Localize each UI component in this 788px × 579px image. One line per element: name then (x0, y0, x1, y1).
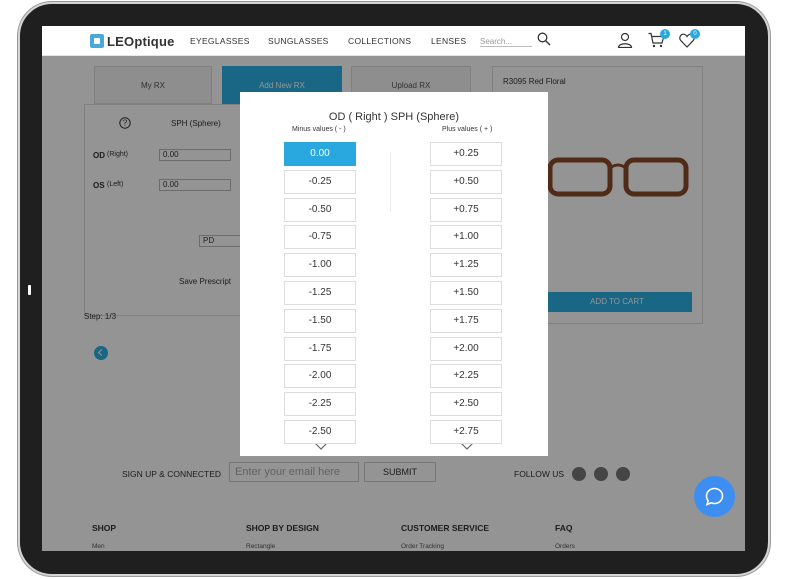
wishlist-count-badge: 0 (690, 29, 700, 39)
plus-values-header: Plus values ( + ) (442, 126, 493, 133)
user-icon[interactable] (617, 32, 633, 48)
site-logo[interactable]: LEOptique (90, 32, 175, 50)
plus-value-option[interactable]: +2.25 (430, 364, 502, 389)
plus-value-option[interactable]: +0.25 (430, 142, 502, 166)
column-divider (390, 152, 391, 212)
plus-value-option[interactable]: +0.50 (430, 169, 502, 194)
logo-text: LEOptique (107, 33, 175, 49)
tablet-side-button (28, 285, 31, 295)
nav-eyeglasses[interactable]: EYEGLASSES (190, 36, 250, 46)
plus-value-option[interactable]: +1.50 (430, 281, 502, 305)
minus-value-option[interactable]: -2.25 (284, 392, 356, 417)
minus-value-option[interactable]: 0.00 (284, 142, 356, 166)
nav-lenses[interactable]: LENSES (431, 36, 466, 46)
minus-value-option[interactable]: -1.25 (284, 281, 356, 305)
modal-title: OD ( Right ) SPH (Sphere) (328, 111, 460, 123)
screen: LEOptique EYEGLASSES SUNGLASSES COLLECTI… (42, 26, 745, 551)
chat-button[interactable] (694, 476, 735, 517)
nav-collections[interactable]: COLLECTIONS (348, 36, 411, 46)
logo-mark-icon (90, 34, 104, 48)
minus-value-option[interactable]: -0.50 (284, 197, 356, 222)
plus-value-option[interactable]: +2.50 (430, 392, 502, 417)
minus-value-option[interactable]: -0.75 (284, 225, 356, 250)
sph-picker-modal: OD ( Right ) SPH (Sphere) Minus values (… (240, 92, 548, 456)
cart-count-badge: 1 (660, 29, 670, 39)
minus-values-header: Minus values ( - ) (292, 126, 346, 133)
minus-value-option[interactable]: -1.75 (284, 336, 356, 361)
nav-sunglasses[interactable]: SUNGLASSES (268, 36, 329, 46)
search-input[interactable]: Search... (480, 34, 532, 47)
plus-value-option[interactable]: +1.00 (430, 225, 502, 250)
minus-value-option[interactable]: -1.00 (284, 253, 356, 278)
plus-value-option[interactable]: +2.75 (430, 420, 502, 444)
minus-value-option[interactable]: -1.50 (284, 308, 356, 333)
minus-value-option[interactable]: -0.25 (284, 169, 356, 194)
plus-value-option[interactable]: +1.75 (430, 308, 502, 333)
plus-value-option[interactable]: +2.00 (430, 336, 502, 361)
minus-value-option[interactable]: -2.50 (284, 420, 356, 444)
minus-value-option[interactable]: -2.00 (284, 364, 356, 389)
search-icon[interactable] (537, 32, 551, 46)
site-header: LEOptique EYEGLASSES SUNGLASSES COLLECTI… (42, 26, 745, 56)
chat-bubble-icon (705, 487, 724, 506)
plus-value-option[interactable]: +1.25 (430, 253, 502, 278)
plus-value-option[interactable]: +0.75 (430, 197, 502, 222)
